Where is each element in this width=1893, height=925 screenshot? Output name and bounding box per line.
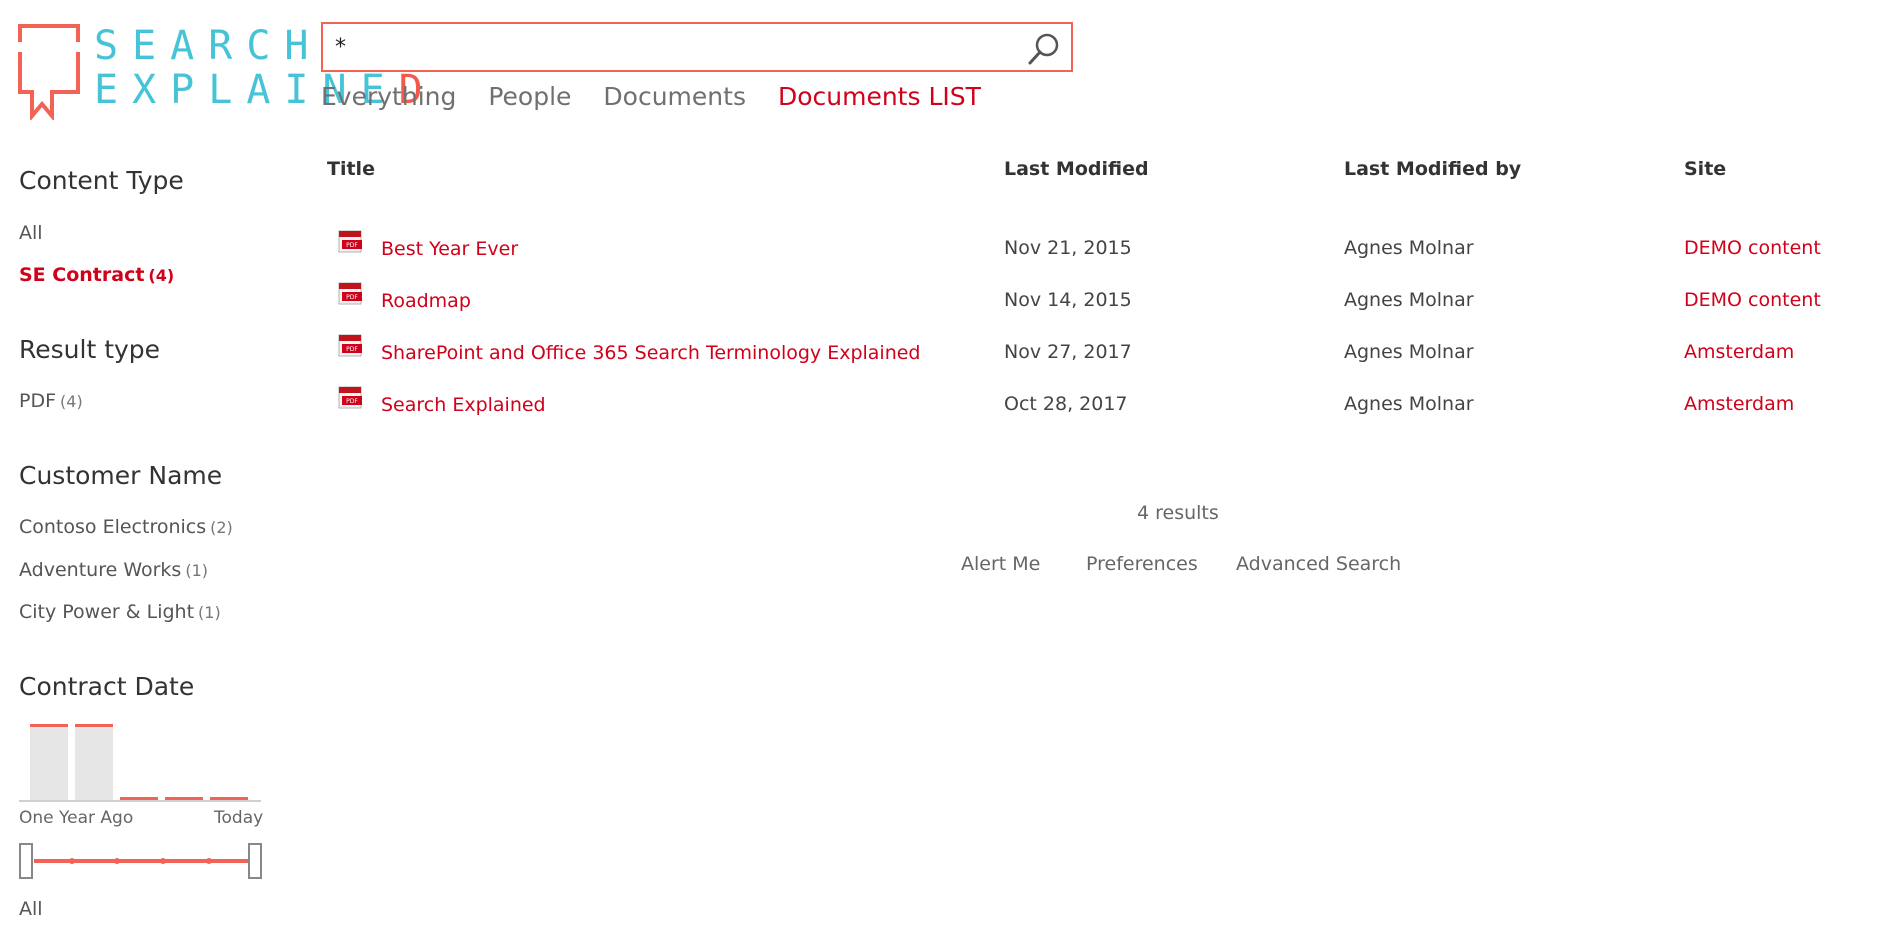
column-header-last-modified-by[interactable]: Last Modified by bbox=[1344, 158, 1521, 180]
result-author: Agnes Molnar bbox=[1344, 341, 1474, 363]
histogram-baseline bbox=[19, 800, 261, 802]
refiner-item-label: SE Contract bbox=[19, 264, 145, 286]
result-last-modified: Nov 27, 2017 bbox=[1004, 341, 1132, 363]
svg-text:PDF: PDF bbox=[346, 346, 358, 353]
refiner-title: Content Type bbox=[19, 166, 184, 195]
search-icon[interactable] bbox=[1027, 32, 1061, 66]
refiner-item-all[interactable]: All bbox=[19, 222, 43, 244]
refiner-title: Result type bbox=[19, 335, 161, 364]
refiner-result-type-title: Result type bbox=[19, 335, 160, 364]
search-verticals-tabs: Everything People Documents Documents LI… bbox=[321, 82, 981, 111]
refiner-content-type-title: Content Type bbox=[19, 166, 184, 195]
result-author: Agnes Molnar bbox=[1344, 393, 1474, 415]
date-slider-handle-start[interactable] bbox=[19, 843, 33, 879]
result-author: Agnes Molnar bbox=[1344, 237, 1474, 259]
slider-tick bbox=[114, 858, 120, 864]
site-logo[interactable]: SEARCH EXPLAINED bbox=[18, 24, 423, 120]
refiner-item-city-power-light[interactable]: City Power & Light (1) bbox=[19, 601, 221, 623]
preferences-link[interactable]: Preferences bbox=[1086, 553, 1198, 575]
pdf-icon: PDF bbox=[338, 282, 362, 305]
refiner-item-label: All bbox=[19, 222, 43, 244]
date-selection-label: All bbox=[19, 898, 43, 920]
result-site-link[interactable]: Amsterdam bbox=[1684, 393, 1794, 415]
date-slider-track bbox=[34, 859, 250, 863]
logo-icon bbox=[18, 24, 80, 120]
refiner-item-label: PDF bbox=[19, 390, 57, 412]
search-box bbox=[321, 22, 1073, 72]
result-title-link[interactable]: Search Explained bbox=[381, 394, 546, 416]
refiner-item-count: (4) bbox=[148, 266, 175, 285]
histogram-range-end: Today bbox=[214, 808, 264, 828]
result-last-modified: Nov 14, 2015 bbox=[1004, 289, 1132, 311]
refiner-title: Contract Date bbox=[19, 672, 195, 701]
histogram-range-start: One Year Ago bbox=[19, 808, 134, 828]
tab-documents-list[interactable]: Documents LIST bbox=[778, 82, 981, 111]
result-title-link[interactable]: Roadmap bbox=[381, 290, 471, 312]
refiner-contract-date-title: Contract Date bbox=[19, 672, 194, 701]
refiner-item-contoso-electronics[interactable]: Contoso Electronics (2) bbox=[19, 516, 233, 538]
result-site-link[interactable]: Amsterdam bbox=[1684, 341, 1794, 363]
result-title-link[interactable]: Best Year Ever bbox=[381, 238, 518, 260]
date-slider-handle-end[interactable] bbox=[248, 843, 262, 879]
slider-tick bbox=[160, 858, 166, 864]
svg-text:PDF: PDF bbox=[346, 294, 358, 301]
refiner-item-se-contract[interactable]: SE Contract (4) bbox=[19, 264, 174, 286]
refiner-item-label: City Power & Light bbox=[19, 601, 195, 623]
refiner-item-adventure-works[interactable]: Adventure Works (1) bbox=[19, 559, 208, 581]
slider-tick bbox=[206, 858, 212, 864]
refiner-item-count: (4) bbox=[60, 392, 83, 411]
refiner-item-label: Adventure Works bbox=[19, 559, 182, 581]
column-header-last-modified[interactable]: Last Modified bbox=[1004, 158, 1149, 180]
pdf-icon: PDF bbox=[338, 230, 362, 253]
histogram-bar[interactable] bbox=[30, 724, 68, 800]
advanced-search-link[interactable]: Advanced Search bbox=[1236, 553, 1401, 575]
slider-tick bbox=[69, 858, 75, 864]
pdf-icon: PDF bbox=[338, 334, 362, 357]
tab-people[interactable]: People bbox=[488, 82, 571, 111]
tab-everything[interactable]: Everything bbox=[321, 82, 456, 111]
refiner-customer-name-title: Customer Name bbox=[19, 461, 222, 490]
refiner-item-label: Contoso Electronics bbox=[19, 516, 207, 538]
svg-text:PDF: PDF bbox=[346, 242, 358, 249]
refiner-item-count: (1) bbox=[185, 561, 208, 580]
refiner-item-pdf[interactable]: PDF (4) bbox=[19, 390, 83, 412]
results-count: 4 results bbox=[1137, 502, 1219, 524]
pdf-icon: PDF bbox=[338, 386, 362, 409]
column-header-site[interactable]: Site bbox=[1684, 158, 1726, 180]
result-site-link[interactable]: DEMO content bbox=[1684, 289, 1821, 311]
column-header-title[interactable]: Title bbox=[327, 158, 375, 180]
result-title-link[interactable]: SharePoint and Office 365 Search Termino… bbox=[381, 342, 921, 364]
result-last-modified: Oct 28, 2017 bbox=[1004, 393, 1128, 415]
alert-me-link[interactable]: Alert Me bbox=[961, 553, 1040, 575]
result-site-link[interactable]: DEMO content bbox=[1684, 237, 1821, 259]
refiner-item-count: (1) bbox=[198, 603, 221, 622]
svg-text:PDF: PDF bbox=[346, 398, 358, 405]
refiner-item-count: (2) bbox=[210, 518, 233, 537]
result-last-modified: Nov 21, 2015 bbox=[1004, 237, 1132, 259]
tab-documents[interactable]: Documents bbox=[603, 82, 746, 111]
histogram-bar[interactable] bbox=[75, 724, 113, 800]
search-input[interactable] bbox=[335, 30, 1015, 64]
refiner-title: Customer Name bbox=[19, 461, 223, 490]
result-author: Agnes Molnar bbox=[1344, 289, 1474, 311]
